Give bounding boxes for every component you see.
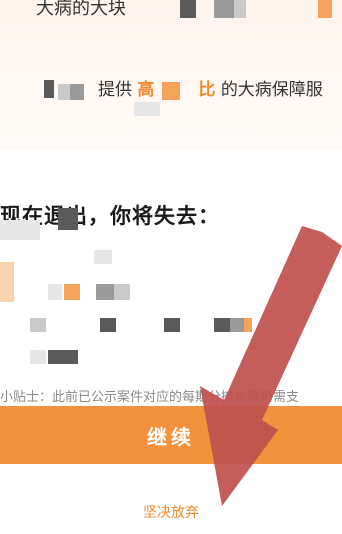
arrow-annotation-icon [200, 226, 342, 506]
arrow-shape [200, 226, 342, 506]
